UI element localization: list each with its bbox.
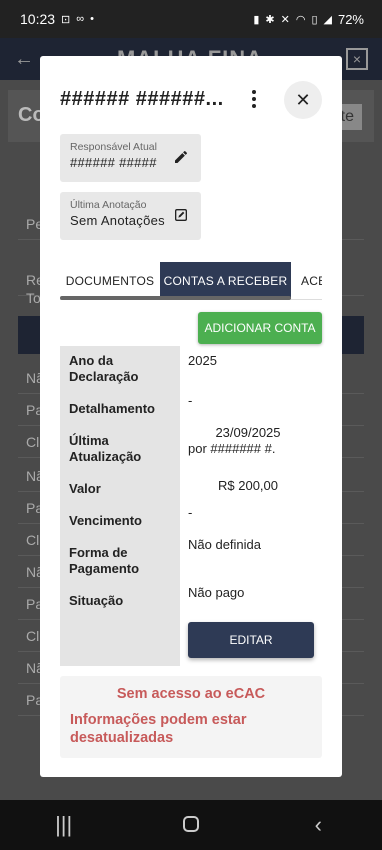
edit-note-icon[interactable] bbox=[173, 207, 189, 223]
wifi-icon: ◠ bbox=[295, 13, 306, 26]
edit-button[interactable]: EDITAR bbox=[188, 622, 314, 658]
tab-documents[interactable]: DOCUMENTOS bbox=[60, 262, 160, 299]
screen-record-icon: ⊡ bbox=[61, 13, 71, 26]
recent-apps-icon[interactable]: ||| bbox=[34, 812, 94, 838]
detail-label: Detalhamento bbox=[69, 401, 155, 416]
status-left: 10:23 ⊡ ∞ • bbox=[20, 11, 94, 27]
tab-ace[interactable]: ACE bbox=[291, 262, 322, 299]
tab-accounts-receivable[interactable]: CONTAS A RECEBER bbox=[160, 262, 291, 299]
account-modal: ###### ######... ✕ Responsável Atual ###… bbox=[40, 56, 342, 777]
warning-text: Informações podem estar desatualizadas bbox=[70, 712, 247, 746]
signal-icon: ◢ bbox=[323, 13, 332, 26]
back-arrow-icon: ← bbox=[14, 47, 34, 70]
mute-icon: ✕ bbox=[280, 13, 290, 26]
status-right: ▮ ✱ ✕ ◠ ▯ ◢ 72% bbox=[253, 12, 364, 27]
responsible-box[interactable]: Responsável Atual ###### ##### bbox=[60, 134, 201, 182]
status-dot: • bbox=[90, 13, 94, 25]
add-account-button[interactable]: ADICIONAR CONTA bbox=[198, 312, 322, 344]
battery-percent: 72% bbox=[337, 11, 364, 27]
status-label: Situação bbox=[69, 593, 124, 608]
bluetooth-icon: ✱ bbox=[265, 13, 275, 26]
year-label: Ano da Declaração bbox=[69, 353, 139, 384]
year-value: 2025 bbox=[188, 353, 217, 368]
close-button[interactable]: ✕ bbox=[284, 81, 322, 119]
status-time: 10:23 bbox=[20, 11, 56, 27]
detail-value: - bbox=[188, 393, 193, 408]
last-note-box[interactable]: Última Anotação Sem Anotações bbox=[60, 192, 201, 240]
value-amount: R$ 200,00 bbox=[218, 478, 278, 493]
volte-icon: ▯ bbox=[311, 13, 318, 26]
voicemail-icon: ∞ bbox=[76, 13, 85, 25]
home-button[interactable] bbox=[161, 812, 221, 838]
due-date-value: - bbox=[188, 505, 193, 520]
due-date-label: Vencimento bbox=[69, 513, 142, 528]
labels-column bbox=[60, 346, 180, 666]
status-bar: 10:23 ⊡ ∞ • ▮ ✱ ✕ ◠ ▯ ◢ 72% bbox=[0, 0, 382, 38]
exit-icon: × bbox=[346, 48, 368, 70]
back-icon[interactable]: ‹ bbox=[288, 812, 348, 838]
tab-scroll-indicator[interactable] bbox=[60, 296, 291, 300]
payment-method-value: Não definida bbox=[188, 537, 261, 552]
tabs: DOCUMENTOS CONTAS A RECEBER ACE bbox=[60, 262, 322, 300]
more-options-icon[interactable] bbox=[246, 86, 262, 112]
value-label: Valor bbox=[69, 481, 101, 496]
status-value: Não pago bbox=[188, 585, 245, 600]
home-icon bbox=[182, 816, 199, 832]
battery-saver-icon: ▮ bbox=[253, 13, 260, 26]
modal-title: ###### ######... bbox=[60, 88, 224, 110]
last-update-author: por ####### #. bbox=[188, 441, 276, 456]
last-update-label: Última Atualização bbox=[69, 433, 142, 464]
last-update-date: 23/09/2025 bbox=[215, 425, 281, 440]
navigation-bar: ||| ‹ bbox=[0, 800, 382, 850]
warning-title: Sem acesso ao eCAC bbox=[116, 686, 266, 702]
close-icon: ✕ bbox=[295, 89, 311, 110]
ecac-warning: Sem acesso ao eCAC Informações podem est… bbox=[60, 676, 322, 758]
edit-pencil-icon[interactable] bbox=[173, 149, 189, 165]
modal-header: ###### ######... ✕ bbox=[40, 56, 342, 134]
payment-method-label: Forma de Pagamento bbox=[69, 545, 140, 576]
